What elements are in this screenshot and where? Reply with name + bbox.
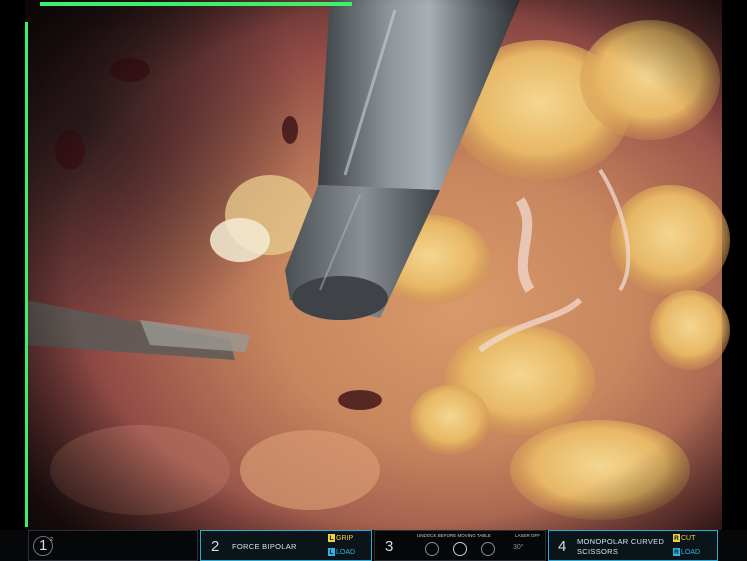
cut-tag-label: CUT [681,535,696,542]
instrument-status-bar: 1 2 2 FORCE BIPOLAR L GRIP L LOAD 3 UNDOCK… [0,530,747,561]
undock-notice: UNDOCK BEFORE MOVING TABLE [417,533,491,538]
arm-3-number: 3 [385,538,394,555]
energy-pedal-icon [481,542,495,556]
load-tag-left-letter: L [328,548,335,556]
surgical-field-image [0,0,747,530]
frame-indicator-top [40,2,352,6]
arm-1-number: 1 [39,537,48,554]
load-tag-left: L LOAD [328,548,355,557]
arm-4-number: 4 [558,538,567,555]
arm-1-slot[interactable]: 1 2 [28,530,198,561]
grip-tag-letter: L [328,534,335,542]
arm-2-instrument-name: FORCE BIPOLAR [232,542,297,551]
cut-tag-letter: R [673,534,680,542]
frame-indicator-left [25,22,28,527]
grip-tag-label: GRIP [336,535,354,542]
arm-4-instrument-name-line2: SCISSORS [577,547,619,556]
endoscope-view [0,0,747,530]
load-tag-right: R LOAD [673,548,700,557]
laser-status: LASER OFF [515,533,541,538]
load-tag-right-label: LOAD [681,549,701,556]
scope-angle: 30° [513,544,524,551]
arm-2-number: 2 [211,538,220,555]
arm-1-sub: 2 [50,537,53,543]
load-tag-right-letter: R [673,548,680,556]
scope-icon [453,542,467,556]
arm-4-instrument-name-line1: MONOPOLAR CURVED [577,537,665,546]
arm-3-camera-slot[interactable]: 3 UNDOCK BEFORE MOVING TABLE LASER OFF 3… [374,530,546,561]
load-tag-left-label: LOAD [336,549,356,556]
grip-tag: L GRIP [328,534,353,543]
arm-4-slot[interactable]: 4 MONOPOLAR CURVED SCISSORS R CUT R LOAD [548,530,718,561]
cut-tag: R CUT [673,534,695,543]
camera-arm-icon [425,542,439,556]
arm-2-slot[interactable]: 2 FORCE BIPOLAR L GRIP L LOAD [200,530,372,561]
